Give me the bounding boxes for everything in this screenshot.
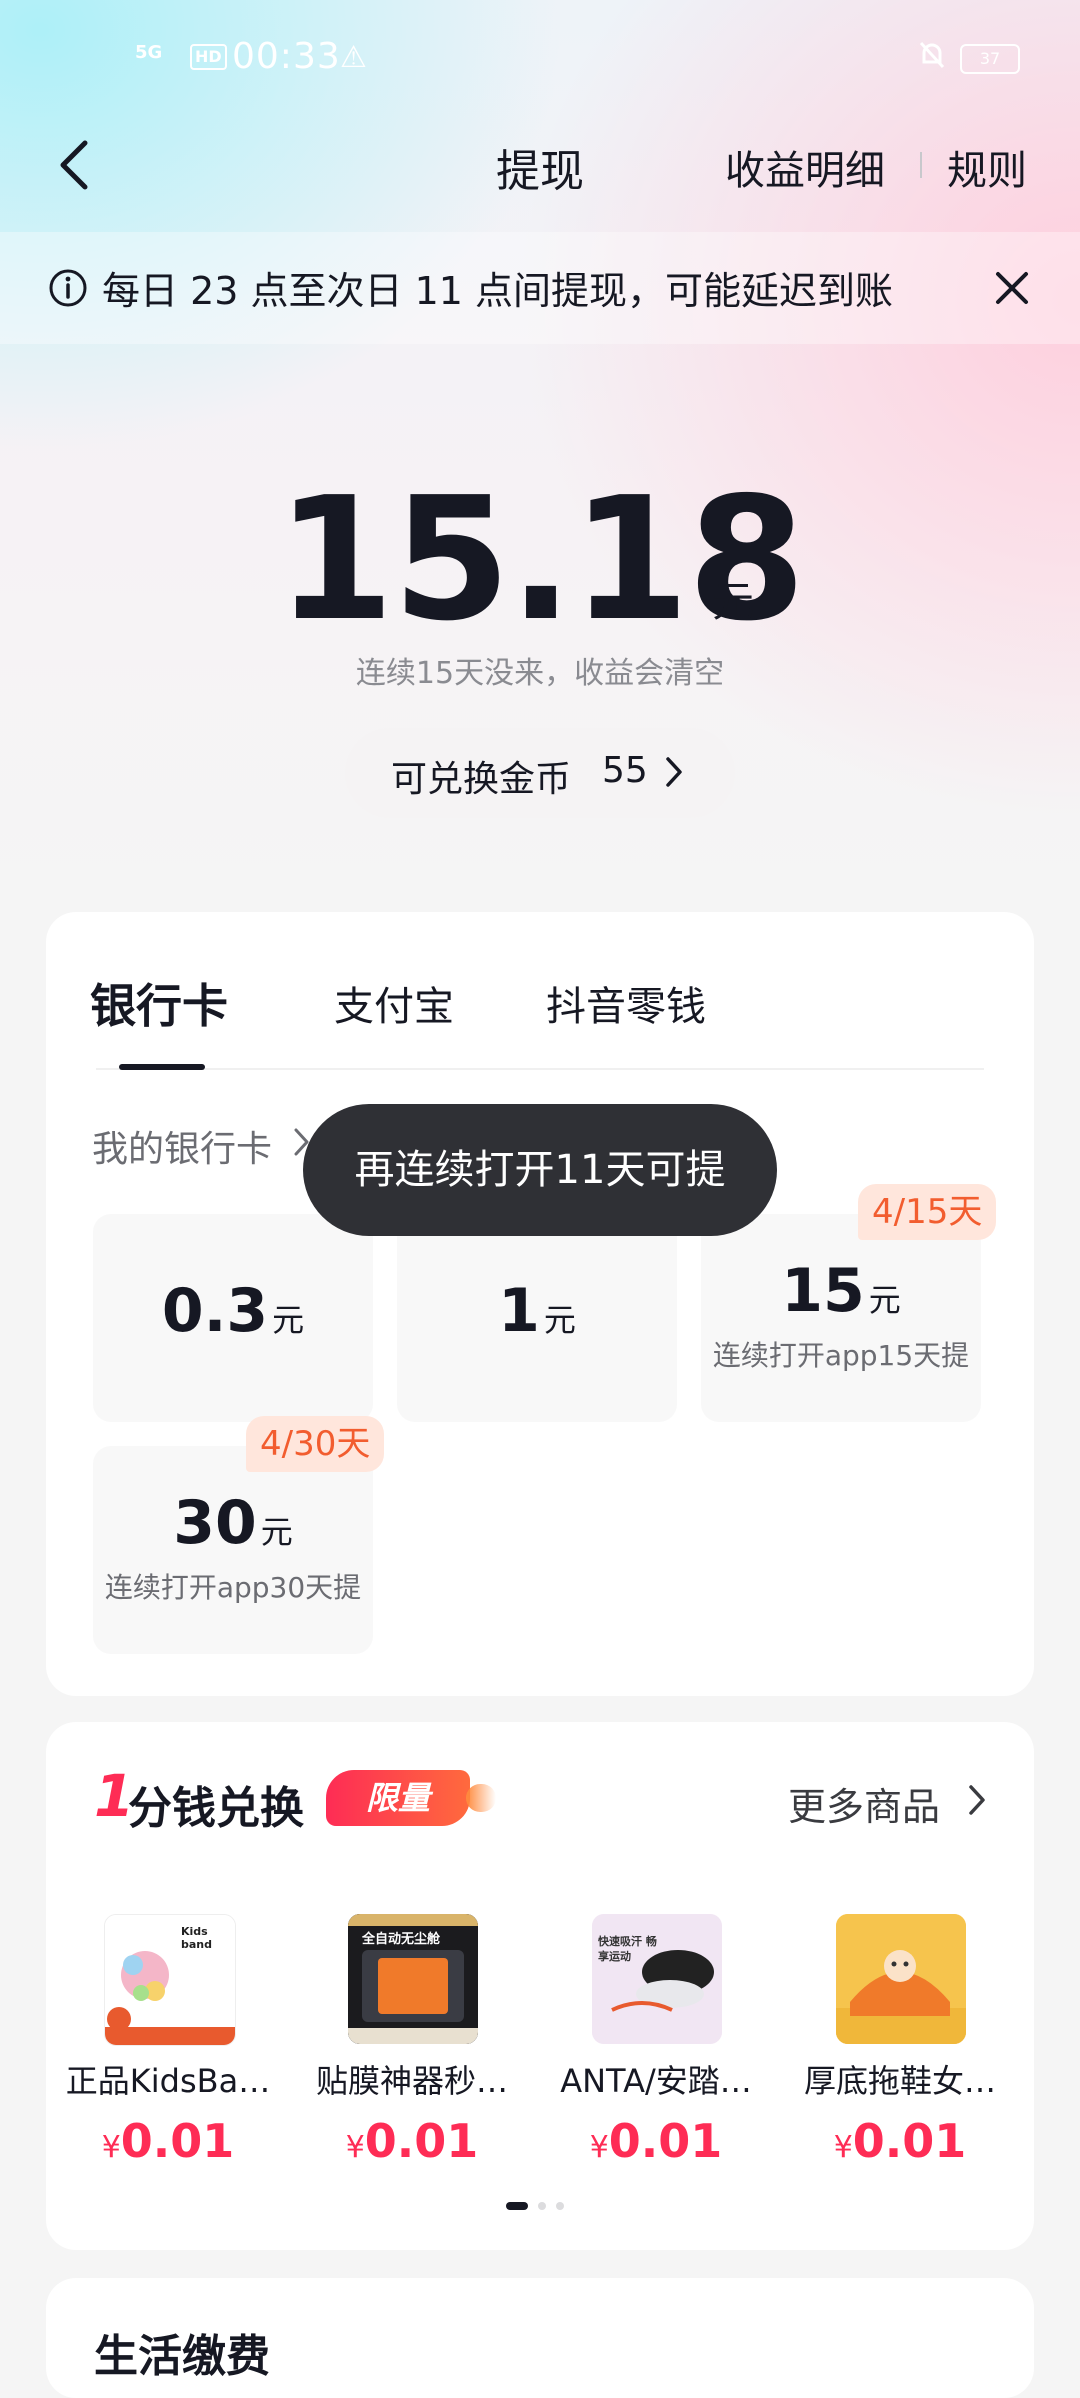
product-image: Kids band	[104, 1914, 236, 2046]
rules-link[interactable]: 规则	[947, 138, 1027, 196]
nav-divider	[920, 152, 922, 178]
product-name: 贴膜神器秒…	[315, 2062, 508, 2100]
battery-indicator: 37	[960, 44, 1020, 74]
balance-amount: 15.18	[276, 461, 806, 659]
life-payment-card: 生活缴费	[46, 2278, 1034, 2398]
exchange-coins-button[interactable]: 可兑换金币 55	[345, 728, 735, 818]
price-amount: 0.01	[852, 2114, 967, 2168]
product-image: 快速吸汗 畅享运动	[592, 1914, 722, 2044]
progress-badge: 4/15天	[858, 1184, 997, 1240]
coins-label: 可兑换金币	[391, 759, 572, 800]
toast-message: 再连续打开11天可提	[303, 1104, 777, 1236]
close-icon	[996, 272, 1028, 304]
pager-dot	[538, 2202, 546, 2210]
notice-text: 每日 23 点至次日 11 点间提现，可能延迟到账	[102, 269, 894, 313]
product-image: 全自动无尘舱	[348, 1914, 478, 2044]
product-card[interactable]: 快速吸汗 畅享运动 ANTA/安踏… ¥0.01	[536, 1914, 776, 2204]
tab-divider	[96, 1068, 984, 1070]
chevron-left-icon	[60, 140, 88, 190]
product-price: ¥0.01	[536, 2114, 776, 2168]
section-title: 生活缴费	[94, 2331, 270, 2382]
price-amount: 0.01	[120, 2114, 235, 2168]
pager-dot-active	[506, 2202, 528, 2210]
option-unit: 元	[260, 1513, 293, 1551]
product-price: ¥0.01	[48, 2114, 288, 2168]
withdraw-card: 银行卡 支付宝 抖音零钱 我的银行卡 0.3 元 1元 15 元 连续打开app15…	[46, 912, 1034, 1696]
chevron-right-icon[interactable]	[966, 1782, 988, 1822]
product-card[interactable]: 全自动无尘舱 贴膜神器秒… ¥0.01	[292, 1914, 532, 2204]
product-promo-text: 快速吸汗 畅享运动	[598, 1935, 657, 1963]
balance-unit: 元	[712, 577, 755, 626]
hd-indicator: HD	[190, 44, 227, 70]
notice-bar: 每日 23 点至次日 11 点间提现，可能延迟到账	[0, 232, 1080, 344]
product-banner-text: 全自动无尘舱	[362, 1932, 441, 1947]
page-title: 提现	[496, 146, 584, 197]
price-amount: 0.01	[364, 2114, 479, 2168]
product-card[interactable]: Kids band 正品KidsBa… ¥0.01	[48, 1914, 288, 2204]
option-condition: 连续打开app15天提	[712, 1339, 970, 1372]
option-amount: 1	[498, 1276, 540, 1346]
price-amount: 0.01	[608, 2114, 723, 2168]
option-amount: 15	[781, 1256, 865, 1326]
balance-expiry-warning: 连续15天没来，收益会清空	[355, 656, 725, 691]
currency-symbol: ¥	[589, 2130, 609, 2165]
option-unit: 元	[543, 1301, 576, 1339]
withdraw-option-15[interactable]: 15 元 连续打开app15天提	[701, 1214, 981, 1422]
chevron-right-icon	[663, 754, 685, 794]
my-bank-card-link[interactable]: 我的银行卡	[92, 1120, 272, 1172]
penny-exchange-card: 1 分钱兑换 限量 更多商品 Kids band 正品KidsBa… ¥0.01	[46, 1722, 1034, 2250]
status-bar: 5G HD 00:33 ⚠ 37	[0, 30, 1080, 90]
currency-symbol: ¥	[833, 2130, 853, 2165]
pager-dot	[556, 2202, 564, 2210]
currency-symbol: ¥	[345, 2130, 365, 2165]
signal-indicator: 5G	[135, 42, 163, 63]
promo-title: 分钱兑换	[128, 1783, 304, 1834]
coins-value: 55	[602, 750, 648, 791]
product-price: ¥0.01	[292, 2114, 532, 2168]
more-products-link[interactable]: 更多商品	[788, 1776, 940, 1831]
withdraw-option-1[interactable]: 1元	[397, 1214, 677, 1422]
product-name: ANTA/安踏…	[560, 2062, 752, 2100]
option-unit: 元	[272, 1301, 305, 1339]
tab-bank-card[interactable]: 银行卡	[90, 970, 228, 1036]
option-unit: 元	[868, 1281, 901, 1319]
product-card[interactable]: 厚底拖鞋女… ¥0.01	[780, 1914, 1020, 2204]
income-details-link[interactable]: 收益明细	[725, 138, 885, 196]
tab-alipay[interactable]: 支付宝	[334, 974, 454, 1032]
withdraw-option-30[interactable]: 30 元 连续打开app30天提	[93, 1446, 373, 1654]
tab-active-indicator	[119, 1064, 205, 1070]
status-time: 00:33	[232, 36, 341, 77]
mute-icon	[918, 40, 946, 77]
option-amount: 0.3	[161, 1276, 269, 1346]
back-button[interactable]	[55, 135, 95, 195]
notice-close-button[interactable]	[992, 268, 1032, 308]
option-amount: 30	[173, 1488, 257, 1558]
product-name: 正品KidsBa…	[65, 2062, 271, 2100]
product-price: ¥0.01	[780, 2114, 1020, 2168]
product-name: 厚底拖鞋女…	[803, 2062, 996, 2100]
option-condition: 连续打开app30天提	[104, 1571, 362, 1604]
warning-icon: ⚠	[340, 40, 367, 75]
progress-badge: 4/30天	[246, 1416, 385, 1472]
product-brand-text: Kids band	[181, 1925, 213, 1951]
currency-symbol: ¥	[101, 2130, 121, 2165]
product-image	[836, 1914, 966, 2044]
withdraw-option-0-3[interactable]: 0.3 元	[93, 1214, 373, 1422]
info-icon	[48, 268, 88, 308]
tab-douyin-wallet[interactable]: 抖音零钱	[546, 974, 706, 1032]
limited-tag: 限量	[326, 1770, 496, 1826]
